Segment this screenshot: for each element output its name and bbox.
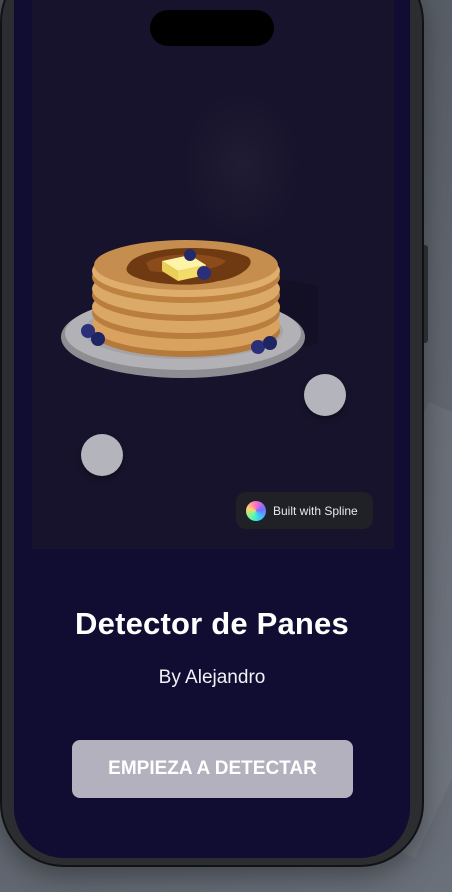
spline-badge-label: Built with Spline	[273, 503, 358, 518]
spline-scene[interactable]: Built with Spline	[32, 0, 394, 549]
phone-side-button	[424, 245, 428, 343]
dynamic-island	[150, 10, 274, 46]
steam-effect	[182, 90, 302, 240]
pancake-stack-illustration	[61, 240, 318, 378]
gesture-dot-right[interactable]	[304, 374, 346, 416]
app-subtitle: By Alejandro	[158, 667, 266, 688]
gesture-dot-left[interactable]	[81, 434, 123, 476]
spline-logo-icon	[246, 500, 266, 521]
start-detecting-button[interactable]: EMPIEZA A DETECTAR	[72, 740, 353, 798]
app-screen: Built with Spline Detector de Panes By A…	[14, 0, 410, 858]
app-title: Detector de Panes	[75, 606, 349, 641]
built-with-spline-badge[interactable]: Built with Spline	[236, 492, 373, 529]
